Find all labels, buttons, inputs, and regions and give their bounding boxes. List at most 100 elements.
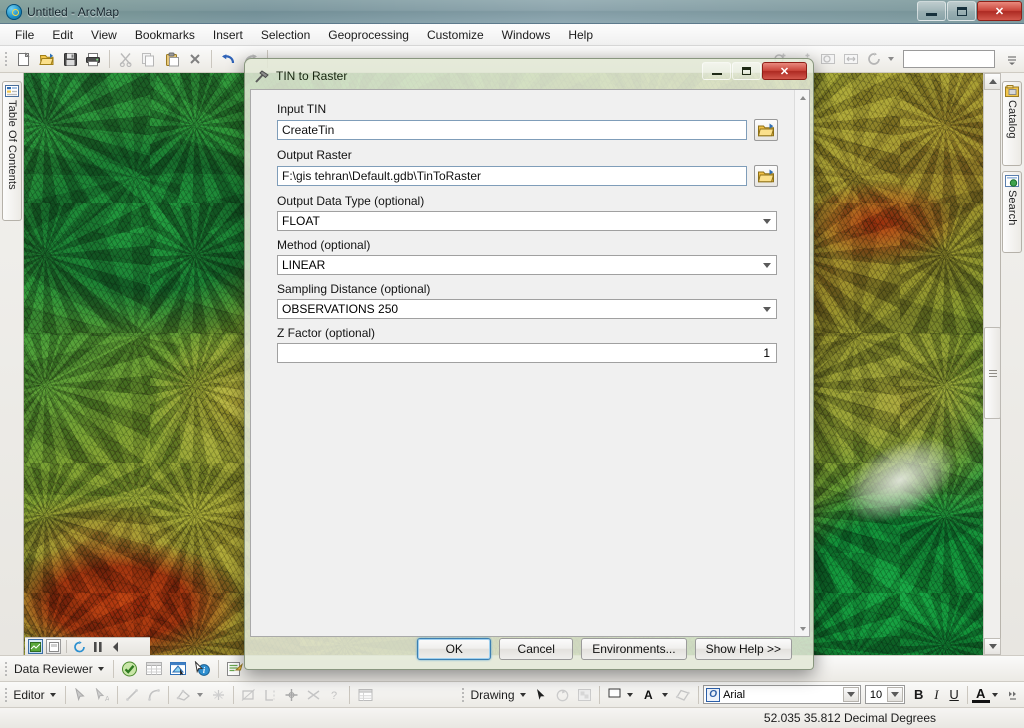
full-extent-icon[interactable] [840, 48, 861, 70]
undo-edit-icon[interactable]: ? [325, 684, 344, 706]
data-reviewer-menu[interactable]: Data Reviewer [12, 662, 96, 676]
straight-segment-icon[interactable] [122, 684, 141, 706]
sidebar-item-catalog[interactable]: Catalog [1002, 81, 1022, 166]
menu-windows[interactable]: Windows [493, 25, 560, 45]
menu-edit[interactable]: Edit [43, 25, 82, 45]
menu-bookmarks[interactable]: Bookmarks [126, 25, 204, 45]
layout-view-button[interactable] [46, 639, 61, 654]
editor-toolbar-grip[interactable] [3, 686, 8, 704]
topology-edit-icon[interactable] [209, 684, 228, 706]
sidebar-item-search[interactable]: Search [1002, 171, 1022, 253]
refresh-button[interactable] [72, 639, 87, 654]
drawing-caret-icon[interactable] [519, 692, 526, 697]
menu-file[interactable]: File [6, 25, 43, 45]
dialog-restore-button[interactable] [732, 62, 761, 80]
cancel-button[interactable]: Cancel [499, 638, 574, 660]
text-color-button[interactable]: A [971, 686, 990, 703]
reviewer-info-icon[interactable]: i [191, 658, 213, 680]
font-color-caret-icon[interactable] [661, 692, 668, 697]
menu-selection[interactable]: Selection [252, 25, 319, 45]
edit-annotation-icon[interactable]: A [92, 684, 111, 706]
sampling-distance-select[interactable]: OBSERVATIONS 250 [277, 299, 777, 319]
attributes-table-icon[interactable] [355, 684, 374, 706]
bold-button[interactable]: B [910, 685, 928, 705]
menu-view[interactable]: View [82, 25, 126, 45]
output-raster-field[interactable]: F:\gis tehran\Default.gdb\TinToRaster [277, 166, 747, 186]
merge-icon[interactable] [303, 684, 322, 706]
menu-help[interactable]: Help [559, 25, 602, 45]
font-family-combo[interactable]: O Arial [703, 685, 861, 704]
delete-x-icon[interactable] [185, 48, 206, 70]
toolbar-grip[interactable] [3, 50, 9, 68]
output-raster-browse-button[interactable] [754, 165, 778, 187]
italic-button[interactable]: I [928, 685, 946, 705]
drawing-menu[interactable]: Drawing [468, 688, 517, 702]
new-polygon-icon[interactable] [674, 684, 693, 706]
close-button[interactable]: ✕ [977, 1, 1022, 21]
undo-arrow-icon[interactable] [217, 48, 238, 70]
method-select[interactable]: LINEAR [277, 255, 777, 275]
print-icon[interactable] [83, 48, 104, 70]
output-data-type-caret-icon[interactable] [759, 214, 774, 228]
drawing-toolbar-grip[interactable] [460, 686, 465, 704]
data-reviewer-caret-icon[interactable] [97, 666, 104, 671]
view-dropdown-caret[interactable] [888, 57, 895, 61]
editor-menu[interactable]: Editor [11, 688, 47, 702]
dialog-minimize-button[interactable] [702, 62, 731, 80]
rotate-element-icon[interactable] [553, 684, 572, 706]
reviewer-select-icon[interactable] [167, 658, 189, 680]
sidebar-item-table-of-contents[interactable]: Table Of Contents [2, 81, 22, 221]
scrollbar-thumb[interactable] [984, 327, 1001, 419]
reviewer-table-icon[interactable] [143, 658, 165, 680]
reviewer-toolbar-grip[interactable] [3, 660, 9, 678]
open-folder-icon[interactable] [36, 48, 57, 70]
save-icon[interactable] [59, 48, 80, 70]
font-family-dropdown-arrow[interactable] [842, 687, 859, 702]
ok-button[interactable]: OK [417, 638, 492, 660]
arrow-select-icon[interactable] [532, 684, 551, 706]
fill-color-icon[interactable] [605, 684, 624, 706]
menu-geoprocessing[interactable]: Geoprocessing [319, 25, 418, 45]
rotate-icon[interactable] [282, 684, 301, 706]
copy-icon[interactable] [138, 48, 159, 70]
reviewer-session-icon[interactable] [119, 658, 141, 680]
construction-caret-icon[interactable] [196, 692, 203, 697]
split-icon[interactable] [261, 684, 280, 706]
fill-color-caret-icon[interactable] [627, 692, 634, 697]
minimize-button[interactable] [917, 1, 946, 21]
font-size-dropdown-arrow[interactable] [886, 687, 903, 702]
refresh-view-icon[interactable] [864, 48, 885, 70]
construction-tool-icon[interactable] [174, 684, 193, 706]
method-caret-icon[interactable] [759, 258, 774, 272]
input-tin-field[interactable]: CreateTin [277, 120, 747, 140]
cut-scissors-icon[interactable] [115, 48, 136, 70]
dialog-close-button[interactable]: ✕ [762, 62, 807, 80]
reviewer-batch-icon[interactable] [224, 658, 246, 680]
menu-customize[interactable]: Customize [418, 25, 493, 45]
pause-drawing-button[interactable] [90, 639, 105, 654]
editor-caret-icon[interactable] [49, 692, 56, 697]
output-data-type-select[interactable]: FLOAT [277, 211, 777, 231]
underline-button[interactable]: U [945, 685, 963, 705]
previous-extent-button[interactable] [108, 639, 123, 654]
edit-tool-icon[interactable] [71, 684, 90, 706]
map-vertical-scrollbar[interactable] [983, 73, 1001, 655]
drawing-overflow-icon[interactable] [1004, 684, 1023, 706]
font-size-combo[interactable]: 10 [864, 685, 905, 704]
new-document-icon[interactable] [13, 48, 34, 70]
restore-button[interactable] [947, 1, 976, 21]
map-scale-combo[interactable] [903, 50, 995, 68]
scroll-up-button[interactable] [984, 73, 1001, 90]
dialog-scrollbar[interactable] [794, 90, 809, 636]
data-view-button[interactable] [28, 639, 43, 654]
curve-segment-icon[interactable] [144, 684, 163, 706]
font-color-icon[interactable]: A [639, 684, 658, 706]
sampling-distance-caret-icon[interactable] [759, 302, 774, 316]
show-help-button[interactable]: Show Help >> [694, 638, 792, 660]
toolbar-overflow-icon[interactable] [1002, 48, 1023, 70]
group-elements-icon[interactable] [574, 684, 593, 706]
input-tin-browse-button[interactable] [754, 119, 778, 141]
zoom-to-selection-icon[interactable] [817, 48, 838, 70]
menu-insert[interactable]: Insert [204, 25, 252, 45]
z-factor-field[interactable]: 1 [277, 343, 777, 363]
